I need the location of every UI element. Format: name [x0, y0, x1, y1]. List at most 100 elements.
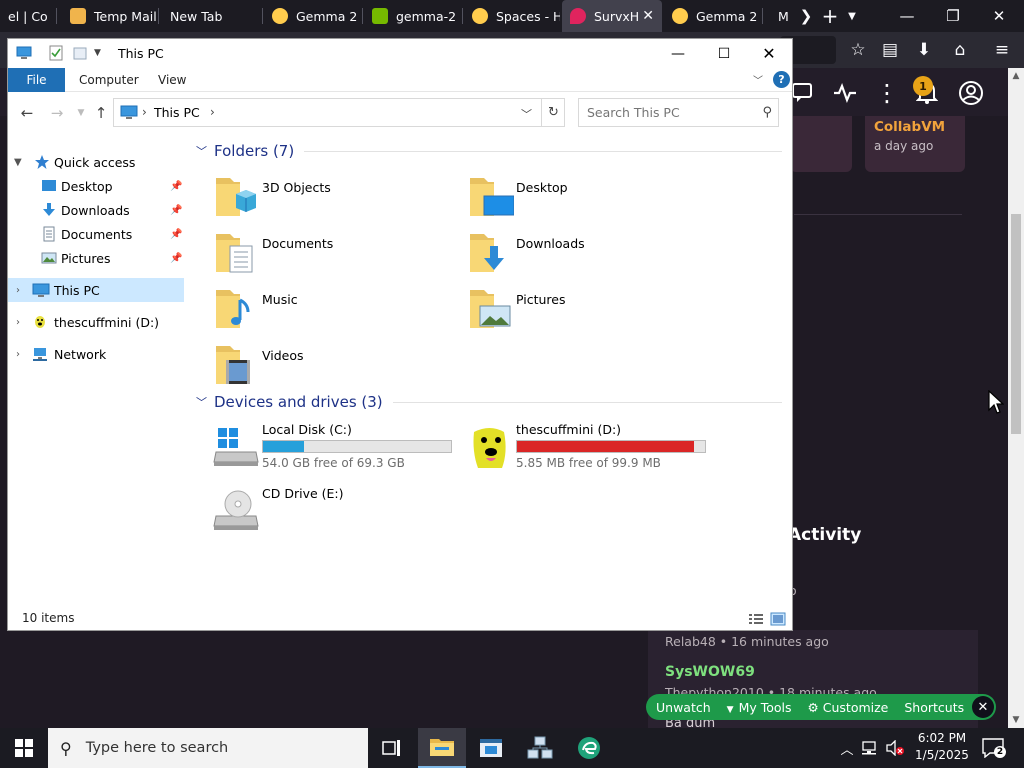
file-explorer-taskbar-icon[interactable]: [418, 728, 466, 768]
drive-item[interactable]: thescuffmini (D:) 5.85 MB free of 99.9 M…: [466, 422, 716, 474]
system-clock[interactable]: 6:02 PM 1/5/2025: [912, 730, 972, 764]
drive-item[interactable]: Local Disk (C:) 54.0 GB free of 69.3 GB: [212, 422, 462, 474]
folder-item[interactable]: 3D Objects: [212, 172, 452, 224]
new-folder-icon[interactable]: [72, 45, 88, 61]
folder-item[interactable]: Pictures: [466, 284, 706, 336]
breadcrumb-separator-icon[interactable]: ›: [210, 105, 215, 119]
folder-item[interactable]: Videos: [212, 340, 452, 392]
folder-item[interactable]: Desktop: [466, 172, 706, 224]
minimize-button[interactable]: —: [655, 39, 701, 68]
list-tabs-chevron-icon[interactable]: ▼: [840, 0, 864, 32]
nav-pictures[interactable]: Pictures 📌: [8, 246, 184, 270]
browser-tab[interactable]: Gemma 2: [264, 0, 360, 32]
pin-icon[interactable]: 📌: [170, 229, 182, 240]
breadcrumb-separator-icon[interactable]: ›: [142, 105, 147, 119]
task-view-icon[interactable]: [368, 728, 416, 768]
more-vertical-icon[interactable]: ⋮: [872, 78, 902, 108]
tab-computer[interactable]: Computer: [65, 68, 153, 92]
browser-tab-active[interactable]: SurvxH ✕: [562, 0, 662, 32]
browser-tab[interactable]: el | Co: [0, 0, 56, 32]
scroll-thumb[interactable]: [1011, 214, 1021, 434]
card-title[interactable]: CollabVM: [874, 119, 945, 135]
pin-icon[interactable]: 📌: [170, 253, 182, 264]
customize-button[interactable]: ⚙ Customize: [808, 700, 889, 715]
volume-muted-icon[interactable]: [882, 728, 908, 768]
nav-documents[interactable]: Documents 📌: [8, 222, 184, 246]
collapse-chevron-icon[interactable]: ﹀: [196, 394, 210, 410]
folder-item[interactable]: Documents: [212, 228, 452, 280]
collapse-chevron-icon[interactable]: ▼: [14, 157, 22, 168]
browser-tab[interactable]: New Tab: [162, 0, 258, 32]
close-toolbar-icon[interactable]: ✕: [972, 696, 994, 718]
downloads-arrow-icon[interactable]: ⬇: [908, 32, 940, 68]
explorer-title-bar[interactable]: ▼ This PC — ☐ ✕: [8, 39, 792, 68]
unwatch-button[interactable]: Unwatch: [656, 700, 711, 715]
tab-file[interactable]: File: [8, 68, 65, 92]
scroll-up-arrow-icon[interactable]: ▲: [1008, 68, 1024, 84]
expand-chevron-icon[interactable]: ›: [16, 349, 20, 360]
details-view-icon[interactable]: [748, 612, 764, 626]
search-input[interactable]: [585, 104, 745, 121]
refresh-icon[interactable]: ↻: [541, 99, 565, 126]
collapse-chevron-icon[interactable]: ﹀: [196, 143, 210, 159]
activity-user-link[interactable]: SysWOW69: [665, 664, 755, 680]
nav-drive-d[interactable]: › thescuffmini (D:): [8, 310, 184, 334]
nav-this-pc[interactable]: › This PC: [8, 278, 184, 302]
forward-arrow-icon[interactable]: →: [48, 104, 66, 122]
folder-item[interactable]: Downloads: [466, 228, 706, 280]
home-icon[interactable]: ⌂: [944, 32, 976, 68]
activity-pulse-icon[interactable]: [830, 78, 860, 108]
app-menu-hamburger-icon[interactable]: ≡: [986, 32, 1018, 68]
taskbar-search-box[interactable]: ⚲ Type here to search: [48, 728, 368, 768]
network-tray-icon[interactable]: [858, 728, 882, 768]
recent-locations-chevron-icon[interactable]: ▼: [72, 104, 90, 122]
address-bar[interactable]: › This PC › ﹀ ↻: [113, 98, 565, 127]
folder-item[interactable]: Music: [212, 284, 452, 336]
reading-list-icon[interactable]: ▤: [874, 32, 906, 68]
customize-quick-access-chevron-icon[interactable]: ▼: [94, 48, 110, 64]
expand-chevron-icon[interactable]: ›: [16, 285, 20, 296]
bookmark-star-icon[interactable]: ☆: [842, 32, 874, 68]
close-tab-icon[interactable]: ✕: [642, 8, 654, 24]
nav-quick-access[interactable]: ▼ Quick access: [8, 150, 184, 174]
help-icon[interactable]: ?: [773, 71, 790, 88]
app-window-taskbar-icon[interactable]: [467, 728, 515, 768]
thread-card[interactable]: [790, 116, 852, 172]
browser-tab[interactable]: gemma-2: [364, 0, 460, 32]
my-tools-button[interactable]: ▼ My Tools: [727, 700, 792, 715]
pin-icon[interactable]: 📌: [170, 205, 182, 216]
nav-network[interactable]: › Network: [8, 342, 184, 366]
action-center-notification-icon[interactable]: 2: [982, 738, 1006, 759]
folders-group-header[interactable]: ﹀ Folders (7): [192, 140, 782, 162]
up-arrow-icon[interactable]: ↑: [92, 104, 110, 122]
large-icons-view-icon[interactable]: [770, 612, 786, 626]
search-box[interactable]: ⚲: [578, 98, 779, 127]
browser-minimize-button[interactable]: —: [884, 0, 930, 32]
network-app-taskbar-icon[interactable]: [516, 728, 564, 768]
page-scrollbar[interactable]: ▲ ▼: [1008, 68, 1024, 728]
show-hidden-icons-chevron-icon[interactable]: ︿: [836, 728, 858, 768]
nav-desktop[interactable]: Desktop 📌: [8, 174, 184, 198]
scroll-down-arrow-icon[interactable]: ▼: [1008, 712, 1024, 728]
expand-chevron-icon[interactable]: ›: [16, 317, 20, 328]
expand-ribbon-chevron-icon[interactable]: ﹀: [753, 72, 763, 87]
browser-tab[interactable]: Spaces - H: [464, 0, 560, 32]
start-windows-icon[interactable]: [0, 728, 48, 768]
address-history-chevron-icon[interactable]: ﹀: [521, 106, 532, 122]
breadcrumb-this-pc[interactable]: This PC: [154, 105, 200, 120]
maximize-button[interactable]: ☐: [701, 39, 747, 68]
user-avatar-icon[interactable]: [956, 78, 986, 108]
back-arrow-icon[interactable]: ←: [18, 104, 36, 122]
edge-browser-taskbar-icon[interactable]: [565, 728, 613, 768]
nav-downloads[interactable]: Downloads 📌: [8, 198, 184, 222]
devices-group-header[interactable]: ﹀ Devices and drives (3): [192, 391, 782, 413]
shortcuts-button[interactable]: Shortcuts: [904, 700, 964, 715]
properties-check-icon[interactable]: [48, 45, 64, 61]
browser-tab[interactable]: Gemma 2: [664, 0, 760, 32]
browser-restore-button[interactable]: ❐: [930, 0, 976, 32]
close-button[interactable]: ✕: [746, 39, 792, 68]
drive-item[interactable]: CD Drive (E:): [212, 486, 462, 538]
browser-tab[interactable]: Temp Mail: [62, 0, 158, 32]
browser-close-button[interactable]: ✕: [976, 0, 1022, 32]
pin-icon[interactable]: 📌: [170, 181, 182, 192]
